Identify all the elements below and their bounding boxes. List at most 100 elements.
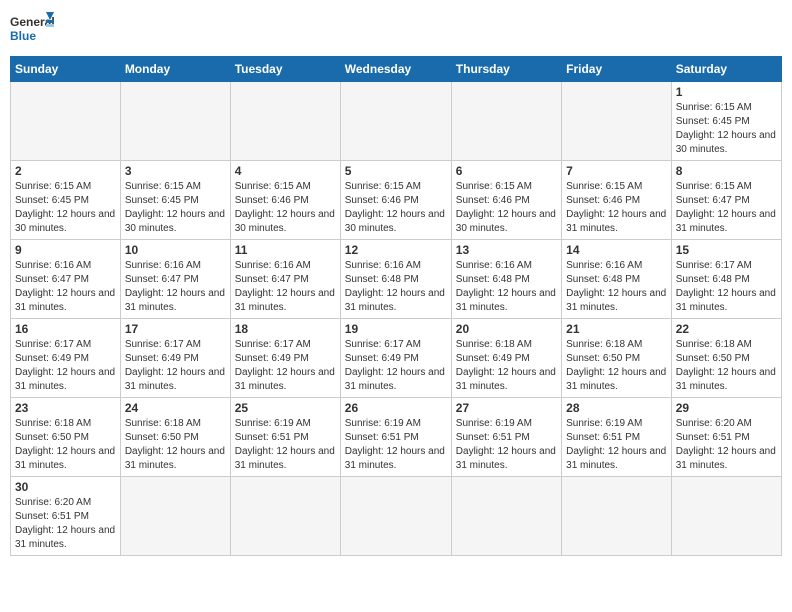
calendar-cell: 8 Sunrise: 6:15 AMSunset: 6:47 PMDaylight… xyxy=(671,161,781,240)
day-number: 18 xyxy=(235,322,336,336)
day-of-week-header: Monday xyxy=(120,57,230,82)
calendar-cell: 21Sunrise: 6:18 AMSunset: 6:50 PMDayligh… xyxy=(562,319,672,398)
day-info: Sunrise: 6:17 AMSunset: 6:48 PMDaylight:… xyxy=(676,259,777,315)
calendar-cell: 12 Sunrise: 6:16 AMSunset: 6:48 PMDayligh… xyxy=(340,240,451,319)
day-number: 26 xyxy=(345,401,447,415)
day-info: Sunrise: 6:15 AMSunset: 6:46 PMDaylight:… xyxy=(235,180,336,236)
day-info: Sunrise: 6:18 AMSunset: 6:49 PMDaylight:… xyxy=(456,338,557,394)
day-info: Sunrise: 6:17 AMSunset: 6:49 PMDaylight:… xyxy=(235,338,336,394)
day-number: 3 xyxy=(125,164,226,178)
day-info: Sunrise: 6:19 AMSunset: 6:51 PMDaylight:… xyxy=(345,417,447,473)
day-info: Sunrise: 6:18 AMSunset: 6:50 PMDaylight:… xyxy=(566,338,667,394)
calendar-cell: 5 Sunrise: 6:15 AMSunset: 6:46 PMDaylight… xyxy=(340,161,451,240)
day-info: Sunrise: 6:15 AMSunset: 6:45 PMDaylight:… xyxy=(125,180,226,236)
day-info: Sunrise: 6:18 AMSunset: 6:50 PMDaylight:… xyxy=(125,417,226,473)
calendar-cell xyxy=(562,82,672,161)
week-row: 9 Sunrise: 6:16 AMSunset: 6:47 PMDaylight… xyxy=(11,240,782,319)
logo-svg: General Blue xyxy=(10,10,54,48)
calendar-cell: 7Sunrise: 6:15 AMSunset: 6:46 PMDaylight… xyxy=(562,161,672,240)
calendar-cell: 10 Sunrise: 6:16 AMSunset: 6:47 PMDayligh… xyxy=(120,240,230,319)
week-row: 16 Sunrise: 6:17 AMSunset: 6:49 PMDayligh… xyxy=(11,319,782,398)
day-number: 2 xyxy=(15,164,116,178)
day-number: 8 xyxy=(676,164,777,178)
calendar-cell: 29Sunrise: 6:20 AMSunset: 6:51 PMDayligh… xyxy=(671,398,781,477)
day-number: 14 xyxy=(566,243,667,257)
calendar-cell: 16 Sunrise: 6:17 AMSunset: 6:49 PMDayligh… xyxy=(11,319,121,398)
day-info: Sunrise: 6:18 AMSunset: 6:50 PMDaylight:… xyxy=(676,338,777,394)
calendar-cell: 26 Sunrise: 6:19 AMSunset: 6:51 PMDayligh… xyxy=(340,398,451,477)
calendar: SundayMondayTuesdayWednesdayThursdayFrid… xyxy=(10,56,782,556)
day-number: 11 xyxy=(235,243,336,257)
day-info: Sunrise: 6:16 AMSunset: 6:47 PMDaylight:… xyxy=(235,259,336,315)
calendar-cell xyxy=(11,82,121,161)
day-number: 5 xyxy=(345,164,447,178)
day-number: 25 xyxy=(235,401,336,415)
calendar-cell: 23 Sunrise: 6:18 AMSunset: 6:50 PMDayligh… xyxy=(11,398,121,477)
day-of-week-header: Wednesday xyxy=(340,57,451,82)
calendar-cell: 6 Sunrise: 6:15 AMSunset: 6:46 PMDaylight… xyxy=(451,161,561,240)
day-of-week-header: Saturday xyxy=(671,57,781,82)
calendar-cell: 4 Sunrise: 6:15 AMSunset: 6:46 PMDaylight… xyxy=(230,161,340,240)
calendar-header-row: SundayMondayTuesdayWednesdayThursdayFrid… xyxy=(11,57,782,82)
day-number: 23 xyxy=(15,401,116,415)
calendar-cell xyxy=(120,82,230,161)
calendar-cell: 24 Sunrise: 6:18 AMSunset: 6:50 PMDayligh… xyxy=(120,398,230,477)
day-number: 4 xyxy=(235,164,336,178)
day-info: Sunrise: 6:20 AMSunset: 6:51 PMDaylight:… xyxy=(676,417,777,473)
day-of-week-header: Thursday xyxy=(451,57,561,82)
calendar-cell: 19 Sunrise: 6:17 AMSunset: 6:49 PMDayligh… xyxy=(340,319,451,398)
calendar-cell: 25Sunrise: 6:19 AMSunset: 6:51 PMDayligh… xyxy=(230,398,340,477)
svg-text:Blue: Blue xyxy=(10,29,36,43)
week-row: 2 Sunrise: 6:15 AMSunset: 6:45 PMDaylight… xyxy=(11,161,782,240)
calendar-cell xyxy=(120,477,230,556)
day-of-week-header: Friday xyxy=(562,57,672,82)
calendar-cell: 22 Sunrise: 6:18 AMSunset: 6:50 PMDayligh… xyxy=(671,319,781,398)
day-info: Sunrise: 6:15 AMSunset: 6:45 PMDaylight:… xyxy=(676,101,777,157)
day-number: 10 xyxy=(125,243,226,257)
calendar-cell xyxy=(671,477,781,556)
day-number: 12 xyxy=(345,243,447,257)
day-of-week-header: Sunday xyxy=(11,57,121,82)
day-info: Sunrise: 6:16 AMSunset: 6:48 PMDaylight:… xyxy=(566,259,667,315)
calendar-cell xyxy=(230,82,340,161)
day-info: Sunrise: 6:16 AMSunset: 6:48 PMDaylight:… xyxy=(345,259,447,315)
day-number: 7 xyxy=(566,164,667,178)
day-number: 6 xyxy=(456,164,557,178)
day-info: Sunrise: 6:15 AMSunset: 6:47 PMDaylight:… xyxy=(676,180,777,236)
week-row: 1 Sunrise: 6:15 AMSunset: 6:45 PMDaylight… xyxy=(11,82,782,161)
day-number: 15 xyxy=(676,243,777,257)
day-number: 17 xyxy=(125,322,226,336)
day-number: 20 xyxy=(456,322,557,336)
calendar-cell: 14 Sunrise: 6:16 AMSunset: 6:48 PMDayligh… xyxy=(562,240,672,319)
day-info: Sunrise: 6:18 AMSunset: 6:50 PMDaylight:… xyxy=(15,417,116,473)
day-number: 24 xyxy=(125,401,226,415)
day-info: Sunrise: 6:15 AMSunset: 6:45 PMDaylight:… xyxy=(15,180,116,236)
header: General Blue xyxy=(10,10,782,48)
day-info: Sunrise: 6:19 AMSunset: 6:51 PMDaylight:… xyxy=(456,417,557,473)
day-number: 27 xyxy=(456,401,557,415)
calendar-cell: 2 Sunrise: 6:15 AMSunset: 6:45 PMDaylight… xyxy=(11,161,121,240)
day-info: Sunrise: 6:16 AMSunset: 6:47 PMDaylight:… xyxy=(15,259,116,315)
calendar-cell: 18 Sunrise: 6:17 AMSunset: 6:49 PMDayligh… xyxy=(230,319,340,398)
day-number: 13 xyxy=(456,243,557,257)
day-of-week-header: Tuesday xyxy=(230,57,340,82)
day-number: 16 xyxy=(15,322,116,336)
calendar-cell: 20 Sunrise: 6:18 AMSunset: 6:49 PMDayligh… xyxy=(451,319,561,398)
day-number: 22 xyxy=(676,322,777,336)
calendar-cell: 17 Sunrise: 6:17 AMSunset: 6:49 PMDayligh… xyxy=(120,319,230,398)
calendar-cell: 11 Sunrise: 6:16 AMSunset: 6:47 PMDayligh… xyxy=(230,240,340,319)
day-number: 28 xyxy=(566,401,667,415)
day-number: 19 xyxy=(345,322,447,336)
day-info: Sunrise: 6:17 AMSunset: 6:49 PMDaylight:… xyxy=(15,338,116,394)
logo: General Blue xyxy=(10,10,54,48)
day-info: Sunrise: 6:15 AMSunset: 6:46 PMDaylight:… xyxy=(345,180,447,236)
day-number: 9 xyxy=(15,243,116,257)
day-info: Sunrise: 6:15 AMSunset: 6:46 PMDaylight:… xyxy=(456,180,557,236)
calendar-cell: 28Sunrise: 6:19 AMSunset: 6:51 PMDayligh… xyxy=(562,398,672,477)
day-number: 1 xyxy=(676,85,777,99)
calendar-cell: 15 Sunrise: 6:17 AMSunset: 6:48 PMDayligh… xyxy=(671,240,781,319)
week-row: 23 Sunrise: 6:18 AMSunset: 6:50 PMDayligh… xyxy=(11,398,782,477)
day-info: Sunrise: 6:17 AMSunset: 6:49 PMDaylight:… xyxy=(345,338,447,394)
day-info: Sunrise: 6:16 AMSunset: 6:47 PMDaylight:… xyxy=(125,259,226,315)
day-info: Sunrise: 6:17 AMSunset: 6:49 PMDaylight:… xyxy=(125,338,226,394)
